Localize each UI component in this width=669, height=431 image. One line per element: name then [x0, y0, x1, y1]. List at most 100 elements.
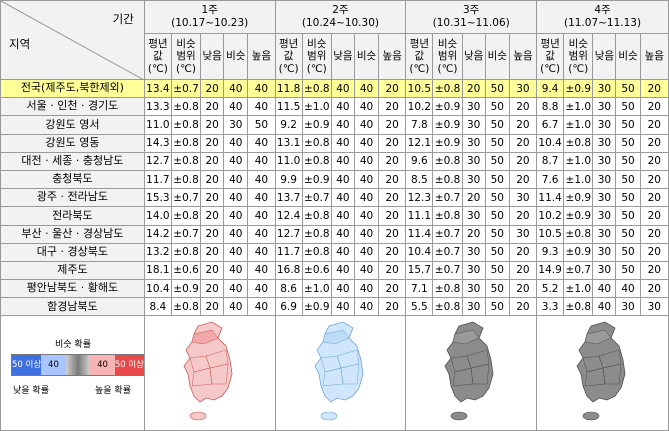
week-name: 1주: [201, 4, 218, 17]
value-cell: 10.4: [536, 133, 565, 153]
week-header: 1주 (10.17~10.23): [143, 0, 276, 34]
week-map-cell: [405, 315, 538, 431]
value-cell: 40: [353, 188, 380, 208]
value-cell: 30: [461, 97, 486, 117]
value-cell: 50: [484, 242, 510, 262]
value-cell: 30: [461, 115, 486, 135]
value-cell: 40: [330, 151, 355, 171]
value-cell: 50: [615, 188, 641, 208]
column-header: 비슷: [615, 33, 641, 80]
value-cell: 40: [353, 97, 380, 117]
value-cell: 40: [247, 279, 276, 299]
value-cell: 13.4: [143, 78, 172, 99]
value-cell: 20: [200, 206, 225, 226]
region-name: 강원도 영서: [0, 115, 145, 135]
value-cell: 50: [484, 224, 510, 244]
value-cell: 20: [200, 297, 225, 317]
value-cell: ±0.8: [301, 133, 332, 153]
value-cell: 40: [353, 78, 380, 99]
value-cell: ±0.7: [432, 188, 463, 208]
value-cell: 30: [461, 260, 486, 281]
week-range: (10.24~10.30): [301, 17, 379, 29]
week-name: 2주: [332, 4, 349, 17]
value-cell: 30: [508, 224, 538, 244]
value-cell: ±1.0: [563, 115, 594, 135]
value-cell: 13.2: [143, 242, 172, 262]
value-cell: 50: [484, 297, 510, 317]
value-cell: 20: [378, 260, 407, 281]
value-cell: 40: [247, 224, 276, 244]
value-cell: ±0.8: [301, 151, 332, 171]
value-cell: ±0.8: [432, 297, 463, 317]
value-cell: 20: [639, 242, 669, 262]
value-cell: 30: [592, 188, 617, 208]
value-cell: 40: [247, 188, 276, 208]
value-cell: 9.3: [536, 242, 565, 262]
value-cell: 9.9: [274, 169, 303, 190]
value-cell: ±0.8: [432, 279, 463, 299]
value-cell: 40: [247, 297, 276, 317]
column-header: 비슷 범위 (℃): [563, 33, 594, 80]
value-cell: 12.3: [405, 188, 434, 208]
value-cell: 50: [484, 151, 510, 171]
value-cell: 20: [378, 151, 407, 171]
value-cell: 30: [508, 188, 538, 208]
value-cell: 20: [200, 169, 225, 190]
column-header: 비슷: [353, 33, 380, 80]
value-cell: 40: [247, 151, 276, 171]
value-cell: 50: [484, 169, 510, 190]
value-cell: ±0.8: [170, 97, 202, 117]
korea-map: [444, 322, 494, 421]
region-name: 함경남북도: [0, 297, 145, 317]
value-cell: 40: [353, 242, 380, 262]
value-cell: ±0.9: [170, 279, 202, 299]
value-cell: ±1.0: [563, 279, 594, 299]
week-header: 4주 (11.07~11.13): [536, 0, 669, 34]
value-cell: 40: [353, 206, 380, 226]
korea-map: [314, 322, 363, 421]
value-cell: 6.9: [274, 297, 303, 317]
value-cell: ±0.9: [301, 169, 332, 190]
value-cell: 10.4: [143, 279, 172, 299]
value-cell: 20: [508, 260, 538, 281]
period-label: 기간: [112, 12, 134, 26]
value-cell: 30: [639, 297, 669, 317]
value-cell: 50: [615, 206, 641, 226]
value-cell: 20: [508, 242, 538, 262]
value-cell: 11.8: [274, 78, 303, 99]
value-cell: 11.0: [143, 115, 172, 135]
value-cell: ±1.0: [563, 169, 594, 190]
value-cell: 8.5: [405, 169, 434, 190]
region-label: 지역: [9, 36, 31, 51]
table-row: 제주도 18.1 ±0.6 20 40 40 16.8 ±0.6 40 40 20 15.7 ±0.7 3…: [0, 260, 669, 281]
value-cell: 50: [484, 279, 510, 299]
column-header: 높음: [247, 33, 276, 80]
value-cell: 9.4: [536, 78, 565, 99]
value-cell: 7.6: [536, 169, 565, 190]
value-cell: 40: [330, 115, 355, 135]
region-name: 부산 · 울산 · 경상남도: [0, 224, 145, 244]
value-cell: ±0.7: [170, 188, 202, 208]
value-cell: ±0.8: [432, 169, 463, 190]
value-cell: 20: [508, 279, 538, 299]
value-cell: ±0.6: [170, 260, 202, 281]
value-cell: 20: [200, 188, 225, 208]
value-cell: 40: [247, 260, 276, 281]
region-name: 전라북도: [0, 206, 145, 226]
value-cell: 30: [461, 169, 486, 190]
value-cell: 40: [223, 297, 249, 317]
forecast-table: 기간 지역 1주 (10.17~10.23) 2주 (10.24~10.30) 3주 (10.…: [0, 0, 669, 431]
value-cell: 14.9: [536, 260, 565, 281]
value-cell: 12.1: [405, 133, 434, 153]
value-cell: 30: [508, 78, 538, 99]
value-cell: 20: [508, 115, 538, 135]
table-row: 대구 · 경상북도 13.2 ±0.8 20 40 40 11.7 ±0.8 40 40 20 10.…: [0, 242, 669, 262]
value-cell: 50: [615, 97, 641, 117]
value-cell: 7.1: [405, 279, 434, 299]
value-cell: ±0.9: [432, 115, 463, 135]
value-cell: 20: [200, 279, 225, 299]
table-row: 서울 · 인천 · 경기도 13.3 ±0.8 20 40 40 11.5 ±1.0 40 40 2…: [0, 97, 669, 117]
value-cell: ±0.7: [432, 242, 463, 262]
value-cell: 15.3: [143, 188, 172, 208]
column-header: 높음: [508, 33, 538, 80]
